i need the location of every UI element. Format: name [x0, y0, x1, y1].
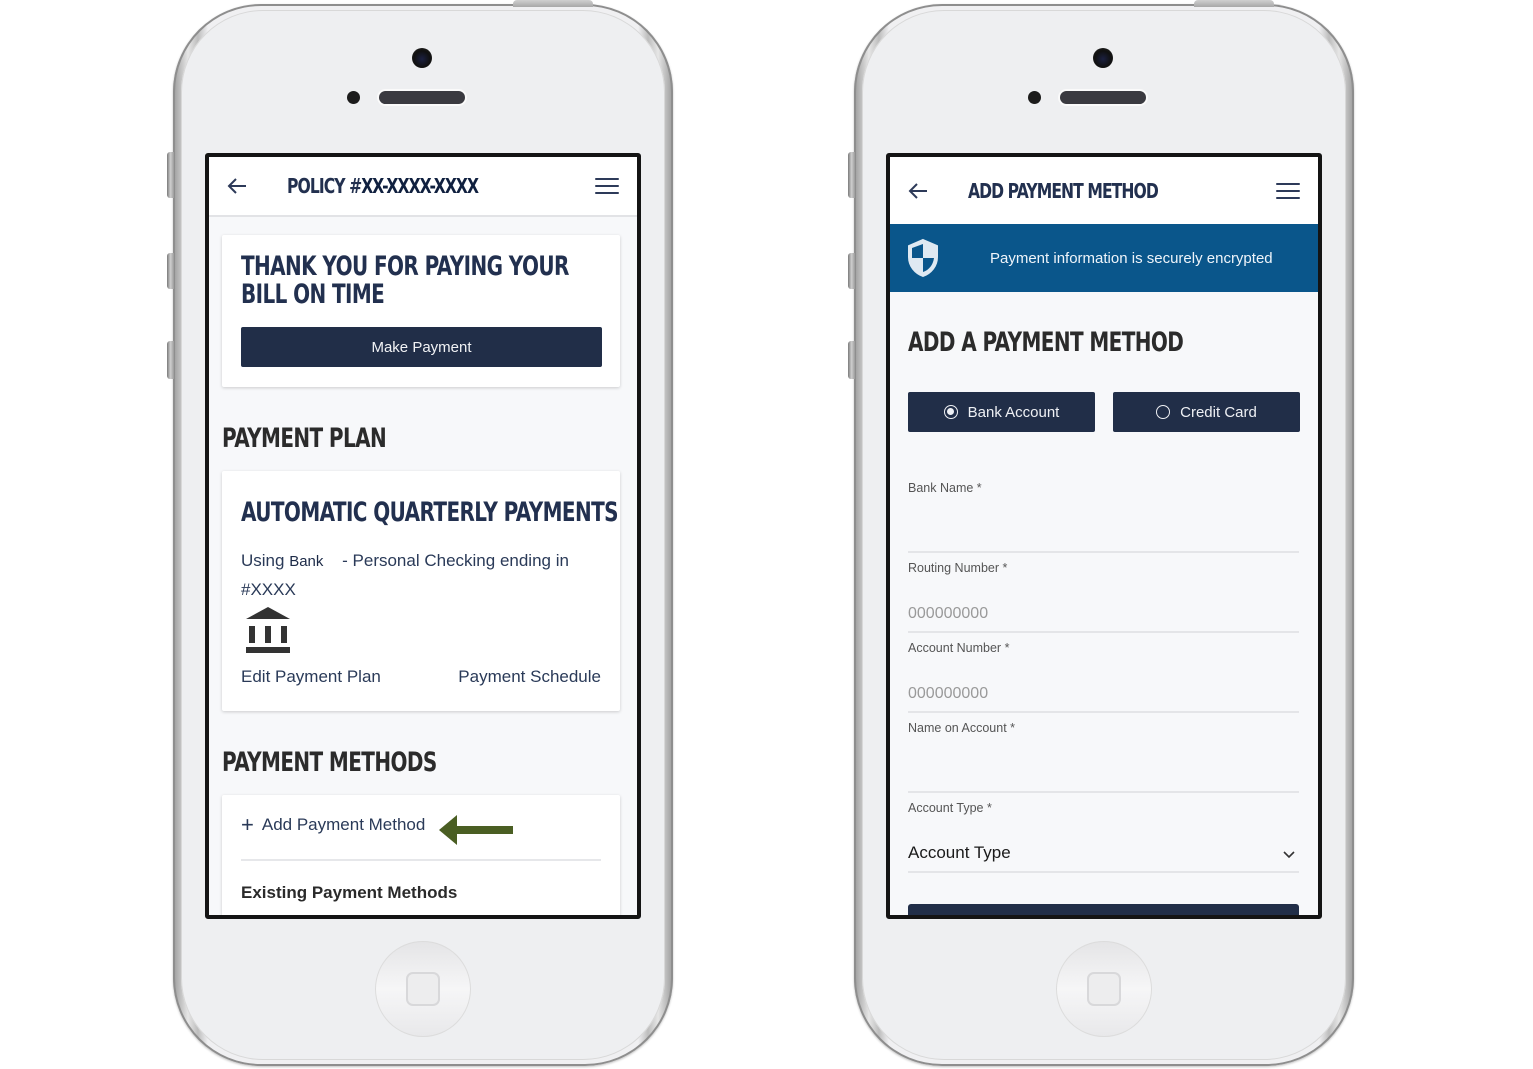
name-on-account-input[interactable]	[908, 765, 1299, 783]
shield-icon	[908, 238, 938, 278]
home-button[interactable]	[375, 941, 471, 1037]
account-number: #XXXX	[241, 580, 296, 599]
title-prefix: POLICY #	[287, 174, 362, 198]
plan-heading: AUTOMATIC QUARTERLY PAYMENTS	[241, 497, 619, 528]
payment-plan-card: AUTOMATIC QUARTERLY PAYMENTS Using Bank …	[222, 471, 620, 711]
add-payment-method-label: Add Payment Method	[261, 815, 426, 834]
thank-you-card: THANK YOU FOR PAYING YOUR BILL ON TIME M…	[222, 235, 620, 387]
name-on-account-field: Name on Account *	[908, 721, 1299, 793]
edit-payment-plan-link[interactable]: Edit Payment Plan	[241, 667, 381, 687]
credit-card-label: Credit Card	[1180, 403, 1257, 421]
account-type-field: Account Type * Account Type	[908, 801, 1299, 873]
add-payment-screen: ADD PAYMENT METHOD Payment information i…	[886, 153, 1322, 919]
plan-description: Using Bank - Personal Checking ending in…	[241, 547, 601, 604]
phone-frame-right: ADD PAYMENT METHOD Payment information i…	[848, 0, 1354, 1066]
bank-label: Bank	[289, 553, 324, 570]
divider	[241, 859, 601, 861]
plus-icon: +	[241, 812, 254, 837]
bank-building-icon	[246, 607, 290, 653]
hamburger-menu-icon	[1276, 182, 1300, 185]
home-button[interactable]	[1056, 941, 1152, 1037]
proximity-sensor	[347, 91, 360, 104]
arrow-left-icon	[227, 178, 246, 194]
account-number-label: Account Number *	[908, 641, 1010, 655]
account-type-label: Account Type *	[908, 801, 992, 815]
power-button	[513, 0, 593, 7]
volume-up-button	[848, 253, 855, 289]
using-label: Using	[241, 551, 285, 570]
earpiece-speaker	[1060, 91, 1146, 104]
front-camera	[1093, 48, 1113, 68]
annotation-arrow-icon	[439, 815, 513, 845]
mute-switch	[167, 152, 174, 198]
payment-methods-card: + Add Payment Method Existing Payment Me…	[222, 795, 620, 915]
front-camera	[412, 48, 432, 68]
back-button[interactable]	[225, 174, 249, 198]
existing-payment-methods-label: Existing Payment Methods	[241, 883, 458, 902]
app-header: POLICY #XX-XXXX-XXXX	[209, 157, 637, 217]
menu-button[interactable]	[1276, 179, 1300, 203]
credit-card-option[interactable]: Credit Card	[1113, 392, 1300, 432]
chevron-down-icon[interactable]	[1283, 851, 1295, 859]
payment-plan-section-title: PAYMENT PLAN	[222, 423, 387, 454]
make-payment-button[interactable]: Make Payment	[241, 327, 602, 367]
name-on-account-label: Name on Account *	[908, 721, 1016, 735]
bank-account-label: Bank Account	[967, 403, 1060, 421]
menu-button[interactable]	[595, 174, 619, 198]
routing-number-input[interactable]	[908, 605, 1299, 623]
account-type-select[interactable]: Account Type	[908, 843, 1299, 863]
power-button	[1194, 0, 1274, 7]
earpiece-speaker	[379, 91, 465, 104]
bank-name-label: Bank Name *	[908, 481, 982, 495]
bank-name-field: Bank Name *	[908, 481, 1299, 553]
add-payment-method-button[interactable]: + Add Payment Method	[241, 812, 426, 837]
account-number-input[interactable]	[908, 685, 1299, 703]
volume-up-button	[167, 253, 174, 289]
policy-screen: POLICY #XX-XXXX-XXXX THANK YOU FOR PAYIN…	[205, 153, 641, 919]
form-title: ADD A PAYMENT METHOD	[908, 327, 1184, 358]
payment-schedule-link[interactable]: Payment Schedule	[458, 667, 601, 687]
hamburger-menu-icon	[595, 178, 619, 180]
app-header: ADD PAYMENT METHOD	[890, 157, 1318, 224]
radio-selected-icon	[943, 405, 958, 419]
policy-number: XX-XXXX-XXXX	[361, 174, 479, 198]
routing-number-label: Routing Number *	[908, 561, 1008, 575]
submit-button[interactable]	[908, 904, 1299, 915]
radio-unselected-icon	[1156, 405, 1171, 419]
security-message: Payment information is securely encrypte…	[990, 249, 1273, 267]
mute-switch	[848, 152, 855, 198]
page-title: ADD PAYMENT METHOD	[968, 178, 1159, 203]
back-button[interactable]	[906, 179, 930, 203]
payment-methods-section-title: PAYMENT METHODS	[222, 747, 437, 778]
bank-account-option[interactable]: Bank Account	[908, 392, 1095, 432]
bank-name-input[interactable]	[908, 525, 1299, 543]
account-number-field: Account Number *	[908, 641, 1299, 713]
phone-frame-left: POLICY #XX-XXXX-XXXX THANK YOU FOR PAYIN…	[167, 0, 673, 1066]
routing-number-field: Routing Number *	[908, 561, 1299, 633]
page-title: POLICY #XX-XXXX-XXXX	[287, 174, 479, 198]
account-description: - Personal Checking ending in	[342, 551, 569, 570]
thank-you-heading: THANK YOU FOR PAYING YOUR BILL ON TIME	[241, 251, 569, 310]
security-banner: Payment information is securely encrypte…	[890, 224, 1318, 292]
proximity-sensor	[1028, 91, 1041, 104]
volume-down-button	[848, 341, 855, 379]
arrow-left-icon	[908, 182, 927, 199]
volume-down-button	[167, 341, 174, 379]
